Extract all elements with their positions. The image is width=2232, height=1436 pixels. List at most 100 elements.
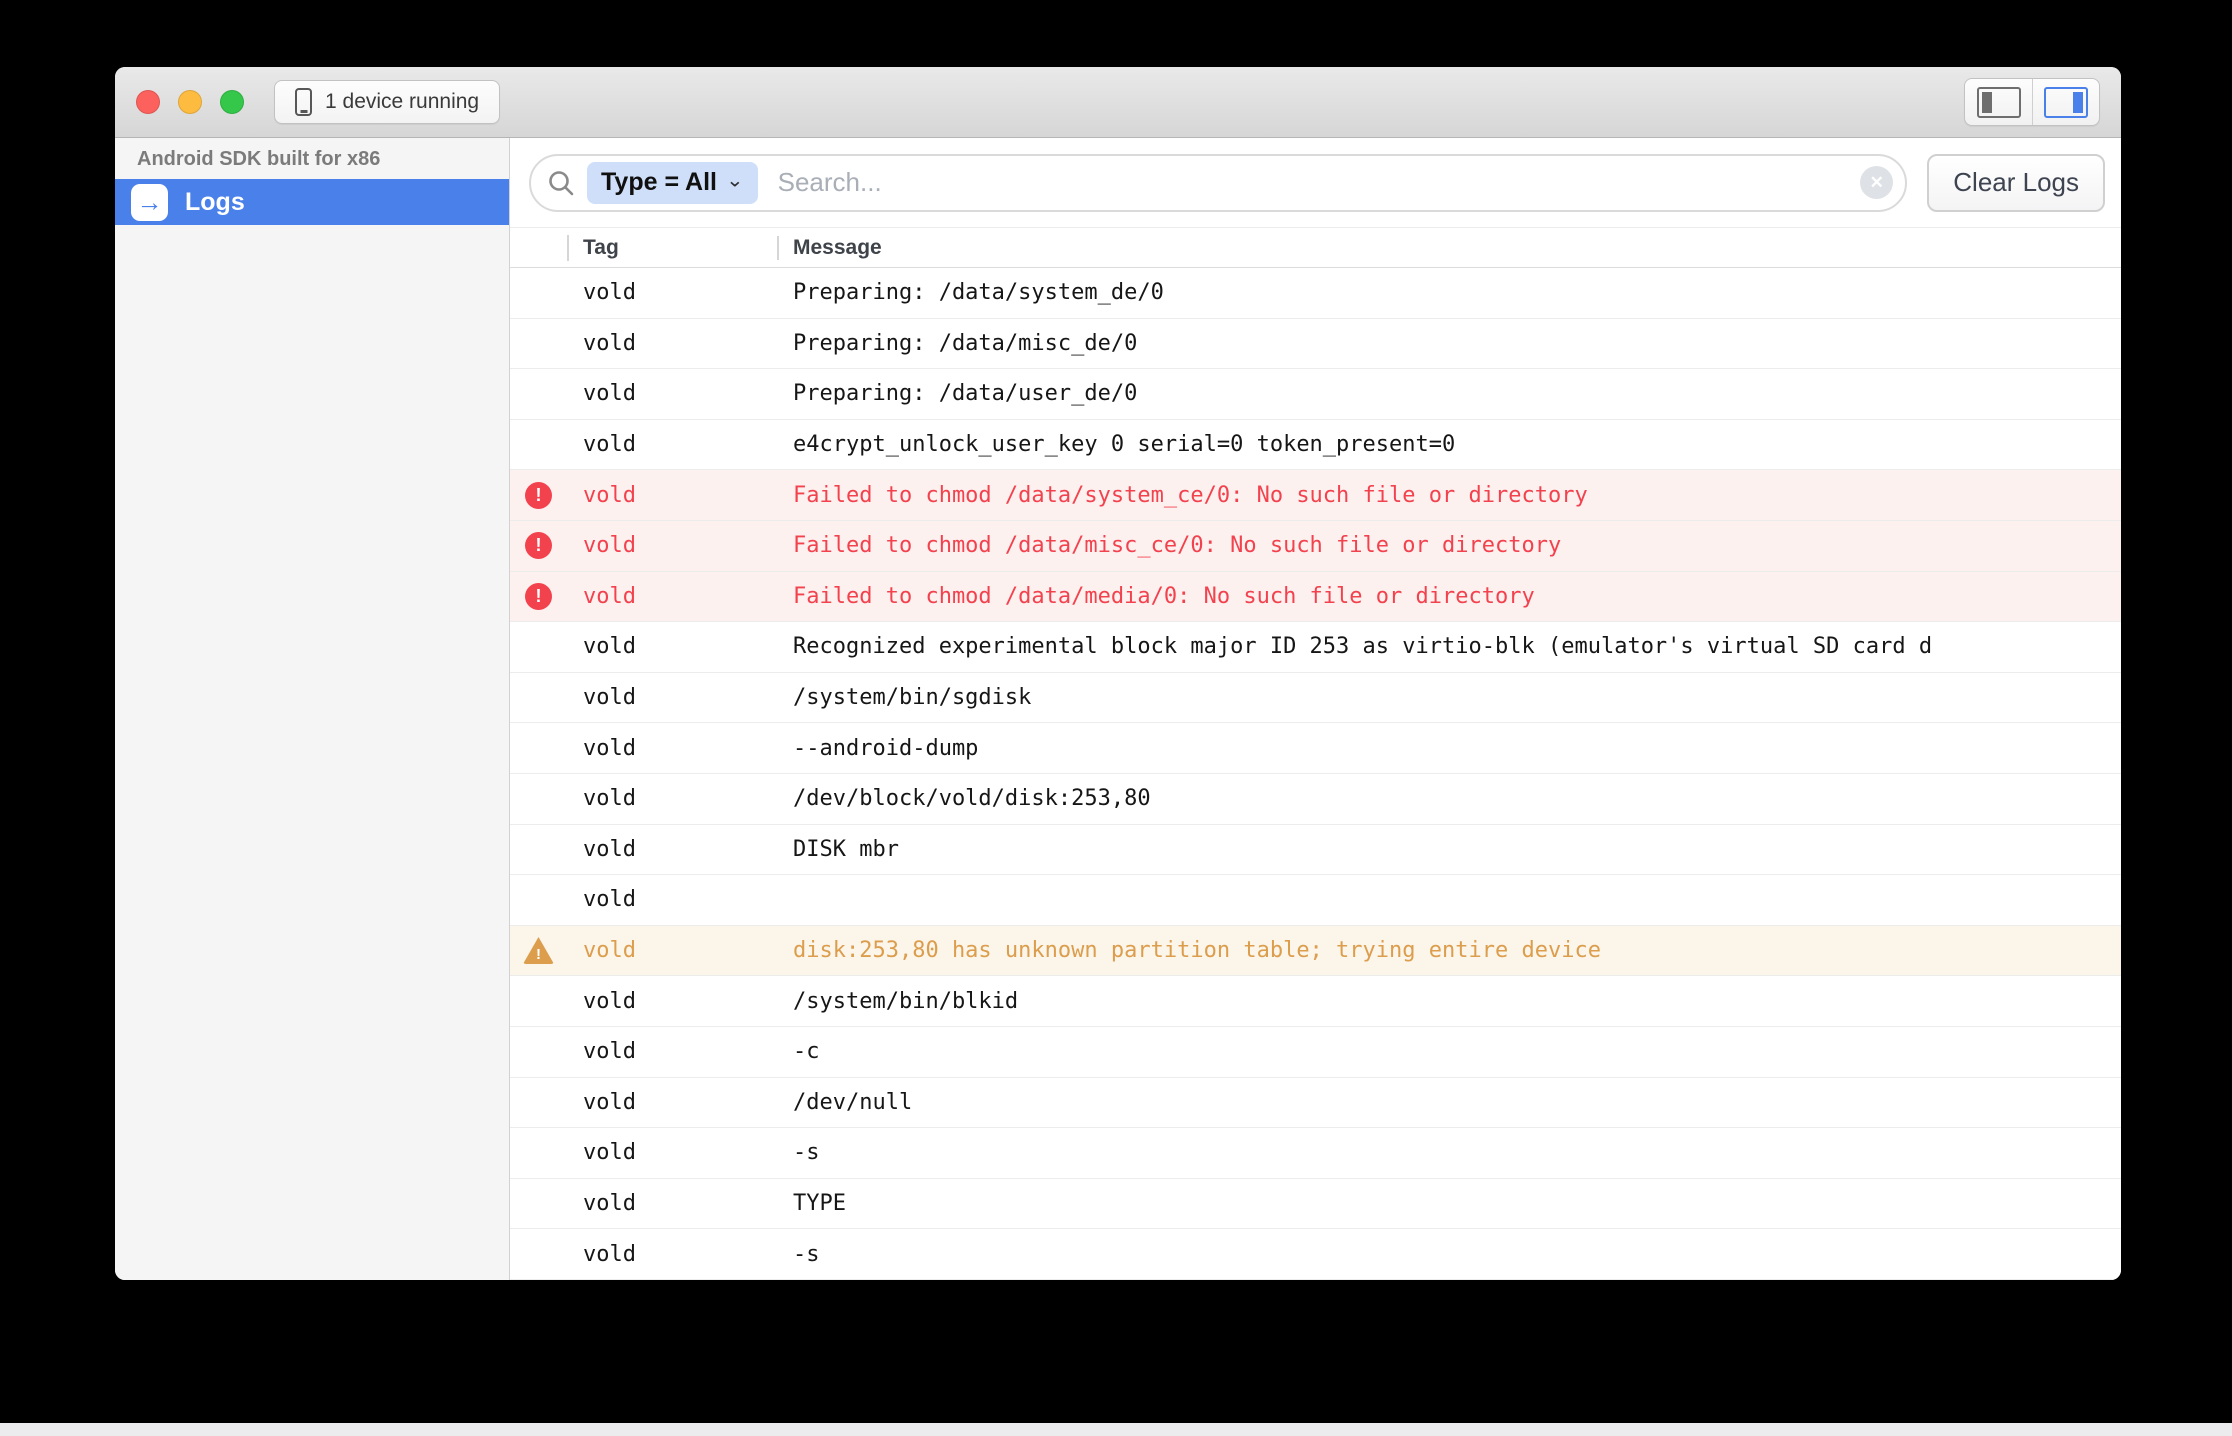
log-row[interactable]: voldDISK mbr — [510, 825, 2121, 876]
log-row[interactable]: vold/dev/block/vold/disk:253,80 — [510, 774, 2121, 825]
log-message: /system/bin/sgdisk — [777, 685, 2121, 710]
clear-logs-button[interactable]: Clear Logs — [1927, 154, 2105, 212]
type-filter-label: Type = All — [601, 168, 717, 197]
left-panel-icon — [1977, 87, 2021, 118]
log-tag: vold — [567, 786, 777, 811]
sidebar: Android SDK built for x86 → Logs — [115, 138, 510, 1280]
column-header-message[interactable]: Message — [777, 236, 2121, 260]
log-row[interactable]: voldPreparing: /data/system_de/0 — [510, 268, 2121, 319]
log-tag: vold — [567, 483, 777, 508]
phone-icon — [295, 88, 312, 116]
log-message: -c — [777, 1039, 2121, 1064]
log-tag: vold — [567, 1140, 777, 1165]
log-panel: Type = All ⌄ Search... ✕ Clear Logs Tag … — [510, 138, 2121, 1280]
log-tag: vold — [567, 432, 777, 457]
error-icon: ! — [525, 583, 552, 610]
log-level-cell: ! — [510, 937, 567, 964]
log-row[interactable]: volde4crypt_unlock_user_key 0 serial=0 t… — [510, 420, 2121, 471]
sidebar-item-logs-label: Logs — [185, 188, 245, 217]
log-row[interactable]: vold/system/bin/sgdisk — [510, 673, 2121, 724]
log-tag: vold — [567, 685, 777, 710]
log-message: DISK mbr — [777, 837, 2121, 862]
screen: 1 device running Android SDK built for x… — [0, 0, 2232, 1436]
traffic-lights — [136, 90, 244, 114]
log-tag: vold — [567, 381, 777, 406]
log-tag: vold — [567, 1242, 777, 1267]
log-tag: vold — [567, 584, 777, 609]
log-row[interactable]: vold — [510, 875, 2121, 926]
log-tag: vold — [567, 331, 777, 356]
search-field[interactable]: Type = All ⌄ Search... ✕ — [529, 154, 1907, 212]
toggle-left-panel-button[interactable] — [1965, 79, 2032, 125]
log-row[interactable]: ! voldFailed to chmod /data/misc_ce/0: No… — [510, 521, 2121, 572]
log-message: Recognized experimental block major ID 2… — [777, 634, 2121, 659]
log-row[interactable]: ! voldFailed to chmod /data/media/0: No s… — [510, 572, 2121, 623]
log-toolbar: Type = All ⌄ Search... ✕ Clear Logs — [510, 138, 2121, 228]
app-window: 1 device running Android SDK built for x… — [115, 67, 2121, 1280]
device-name-header: Android SDK built for x86 — [115, 138, 509, 179]
right-panel-icon — [2044, 87, 2088, 118]
log-tag: vold — [567, 837, 777, 862]
log-tag: vold — [567, 989, 777, 1014]
log-tag: vold — [567, 634, 777, 659]
log-row[interactable]: vold/dev/null — [510, 1078, 2121, 1129]
log-tag: vold — [567, 887, 777, 912]
log-row[interactable]: voldTYPE — [510, 1179, 2121, 1230]
log-message: -s — [777, 1140, 2121, 1165]
search-placeholder: Search... — [778, 167, 882, 198]
minimize-window-button[interactable] — [178, 90, 202, 114]
log-row[interactable]: vold/system/bin/blkid — [510, 976, 2121, 1027]
log-message: /dev/block/vold/disk:253,80 — [777, 786, 2121, 811]
log-message: Failed to chmod /data/misc_ce/0: No such… — [777, 533, 2121, 558]
close-window-button[interactable] — [136, 90, 160, 114]
error-icon: ! — [525, 532, 552, 559]
device-running-button[interactable]: 1 device running — [274, 80, 500, 124]
type-filter-token[interactable]: Type = All ⌄ — [587, 162, 758, 204]
log-message: Preparing: /data/misc_de/0 — [777, 331, 2121, 356]
log-level-cell: ! — [510, 482, 567, 509]
log-row[interactable]: !voldFailed to chmod /data/system_ce/0: … — [510, 470, 2121, 521]
log-row[interactable]: ! volddisk:253,80 has unknown partition t… — [510, 926, 2121, 977]
log-row[interactable]: voldRecognized experimental block major … — [510, 622, 2121, 673]
table-header: Tag Message — [510, 228, 2121, 268]
zoom-window-button[interactable] — [220, 90, 244, 114]
log-tag: vold — [567, 1039, 777, 1064]
log-row[interactable]: vold-s — [510, 1128, 2121, 1179]
log-tag: vold — [567, 280, 777, 305]
clear-search-button[interactable]: ✕ — [1860, 166, 1893, 199]
log-tag: vold — [567, 533, 777, 558]
toggle-right-panel-button[interactable] — [2032, 79, 2099, 125]
log-tag: vold — [567, 938, 777, 963]
log-message: --android-dump — [777, 736, 2121, 761]
chevron-down-icon: ⌄ — [726, 169, 744, 192]
window-content: Android SDK built for x86 → Logs Type = … — [115, 138, 2121, 1280]
log-level-cell: ! — [510, 583, 567, 610]
error-icon: ! — [525, 482, 552, 509]
log-message: TYPE — [777, 1191, 2121, 1216]
log-row[interactable]: vold-c — [510, 1027, 2121, 1078]
search-icon — [547, 169, 575, 197]
log-row[interactable]: voldPreparing: /data/user_de/0 — [510, 369, 2121, 420]
titlebar[interactable]: 1 device running — [115, 67, 2121, 138]
sidebar-item-logs[interactable]: → Logs — [115, 179, 509, 225]
desktop-strip — [0, 1423, 2232, 1436]
log-tag: vold — [567, 1090, 777, 1115]
log-message: Preparing: /data/user_de/0 — [777, 381, 2121, 406]
panel-toggle-group — [1964, 78, 2100, 126]
column-header-tag[interactable]: Tag — [567, 236, 777, 260]
warning-icon: ! — [523, 937, 554, 964]
log-message: /dev/null — [777, 1090, 2121, 1115]
log-tag: vold — [567, 1191, 777, 1216]
log-list: voldPreparing: /data/system_de/0voldPrep… — [510, 268, 2121, 1280]
log-row[interactable]: vold--android-dump — [510, 723, 2121, 774]
log-message: Failed to chmod /data/media/0: No such f… — [777, 584, 2121, 609]
log-message: e4crypt_unlock_user_key 0 serial=0 token… — [777, 432, 2121, 457]
log-message: /system/bin/blkid — [777, 989, 2121, 1014]
log-message: disk:253,80 has unknown partition table;… — [777, 938, 2121, 963]
log-message: Preparing: /data/system_de/0 — [777, 280, 2121, 305]
log-row[interactable]: vold-s — [510, 1229, 2121, 1280]
log-row[interactable]: voldPreparing: /data/misc_de/0 — [510, 319, 2121, 370]
device-running-label: 1 device running — [325, 90, 479, 114]
log-level-cell: ! — [510, 532, 567, 559]
arrow-right-icon: → — [131, 184, 168, 221]
